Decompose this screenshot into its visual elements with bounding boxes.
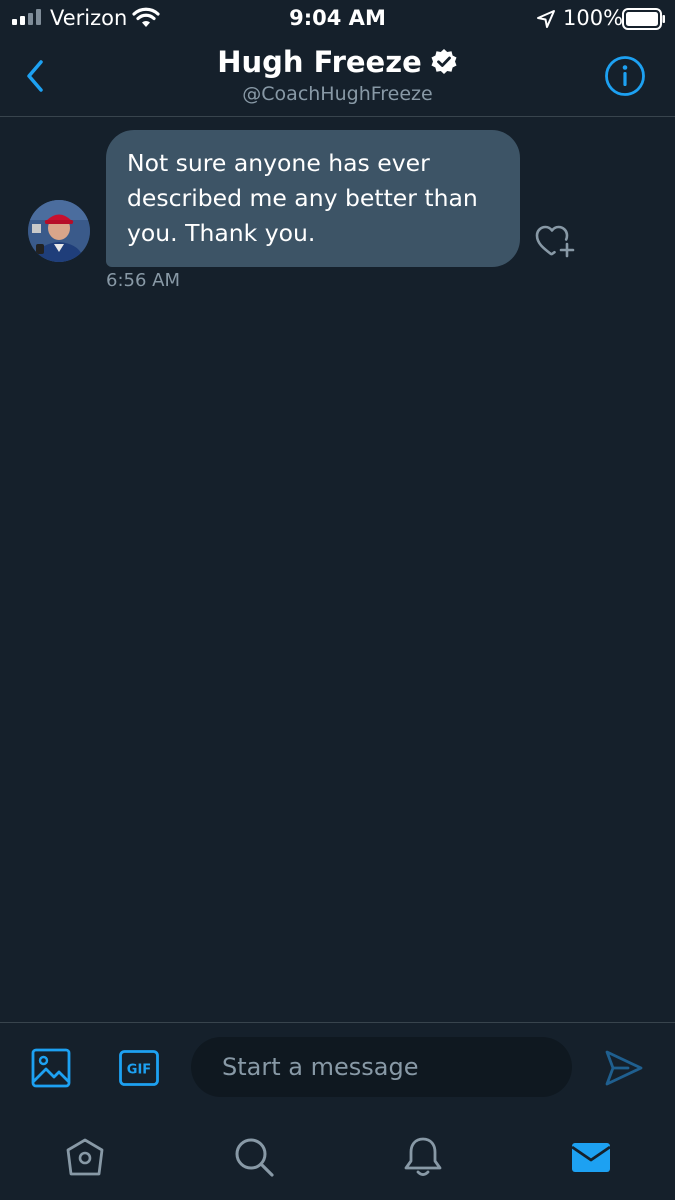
send-icon[interactable]: [604, 1049, 644, 1087]
image-icon[interactable]: [31, 1048, 71, 1088]
battery-icon: [622, 8, 665, 30]
location-arrow-icon: [537, 10, 555, 28]
home-icon[interactable]: [63, 1135, 107, 1179]
conversation-title[interactable]: Hugh Freeze @CoachHughFreeze: [0, 44, 675, 106]
gif-icon: GIF: [119, 1050, 159, 1086]
message-composer: GIF Start a message: [0, 1022, 675, 1115]
notifications-bell-icon[interactable]: [401, 1135, 445, 1179]
status-bar: Verizon 9:04 AM 100%: [0, 0, 675, 38]
battery-percentage: 100%: [563, 6, 624, 30]
contact-handle: @CoachHughFreeze: [242, 83, 433, 105]
conversation-header: Hugh Freeze @CoachHughFreeze: [0, 38, 675, 117]
heart-plus-icon[interactable]: [534, 222, 578, 260]
message-bubble[interactable]: Not sure anyone has ever described me an…: [106, 130, 520, 267]
contact-name: Hugh Freeze: [217, 45, 422, 79]
verified-badge-icon: [431, 49, 457, 74]
message-timestamp: 6:56 AM: [106, 270, 180, 291]
contact-avatar[interactable]: [28, 200, 90, 262]
gif-label: GIF: [127, 1063, 151, 1078]
gif-button[interactable]: GIF: [119, 1050, 159, 1086]
message-input[interactable]: Start a message: [191, 1037, 572, 1097]
info-icon[interactable]: [604, 55, 646, 97]
dm-conversation-screen: Verizon 9:04 AM 100% Hugh Freeze @CoachH…: [0, 0, 675, 1200]
bottom-tab-bar: [0, 1115, 675, 1200]
message-input-placeholder: Start a message: [222, 1053, 419, 1081]
search-icon[interactable]: [232, 1135, 276, 1179]
avatar-photo: [28, 200, 90, 262]
messages-envelope-icon[interactable]: [569, 1135, 613, 1179]
